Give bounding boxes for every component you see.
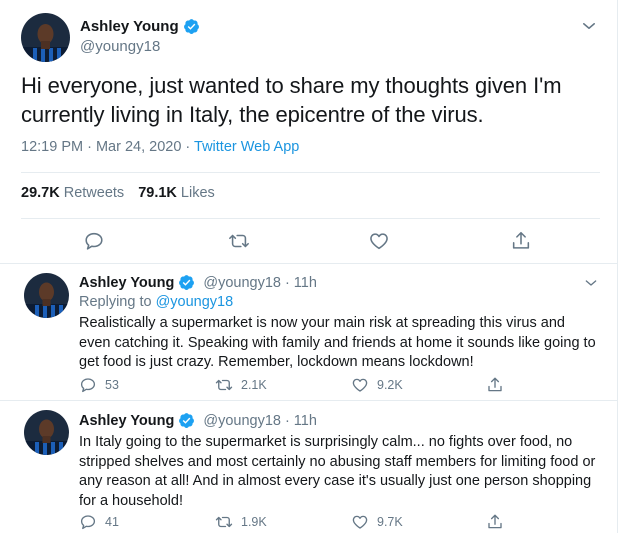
handle[interactable]: @youngy18 (203, 413, 281, 429)
separator-dot: · (284, 412, 290, 429)
display-name[interactable]: Ashley Young (79, 275, 174, 291)
reply-icon[interactable] (79, 513, 97, 531)
tweet-source[interactable]: Twitter Web App (194, 139, 299, 155)
chevron-down-icon[interactable] (580, 17, 598, 35)
reply-action[interactable]: 41 (79, 513, 119, 531)
retweets-label: Retweets (63, 185, 125, 201)
handle[interactable]: @youngy18 (80, 38, 160, 55)
like-icon[interactable] (351, 513, 369, 531)
tweet-stats: 29.7K Retweets 79.1K Likes (21, 185, 215, 201)
retweet-action[interactable]: 2.1K (215, 376, 267, 394)
retweets-count: 29.7K (21, 185, 60, 201)
tweet-actions (0, 226, 617, 256)
main-tweet: Ashley Young @youngy18 Hi everyone, just… (0, 0, 617, 266)
avatar[interactable] (21, 13, 70, 62)
reply-tweet[interactable]: Ashley Young @youngy18 · 11h In Italy go… (0, 401, 617, 533)
retweet-icon[interactable] (215, 376, 233, 394)
share-action[interactable] (486, 376, 504, 394)
display-name[interactable]: Ashley Young (79, 413, 174, 429)
retweet-icon[interactable] (215, 513, 233, 531)
verified-badge-icon (183, 19, 199, 34)
separator-dot: · (284, 274, 290, 291)
tweet-meta: 12:19 PM · Mar 24, 2020 · Twitter Web Ap… (21, 139, 299, 155)
retweet-action[interactable]: 1.9K (215, 513, 267, 531)
reply-icon[interactable] (79, 376, 97, 394)
verified-badge-icon (179, 413, 195, 428)
likes-stat[interactable]: 79.1K Likes (138, 185, 215, 201)
reply-action[interactable]: 53 (79, 376, 119, 394)
share-action[interactable] (486, 513, 504, 531)
like-action[interactable]: 9.2K (351, 376, 403, 394)
like-count: 9.7K (377, 515, 403, 529)
tweet-text: Hi everyone, just wanted to share my tho… (21, 73, 562, 127)
share-icon[interactable] (486, 376, 504, 394)
replying-prefix: Replying to (79, 294, 156, 310)
replying-to-link[interactable]: @youngy18 (156, 294, 234, 310)
handle[interactable]: @youngy18 (203, 275, 281, 291)
reply-text: Realistically a supermarket is now your … (79, 315, 596, 370)
reply-header: Ashley Young @youngy18 · 11h (79, 412, 317, 429)
likes-label: Likes (180, 185, 215, 201)
display-name[interactable]: Ashley Young (80, 18, 179, 35)
replying-to: Replying to @youngy18 (79, 294, 233, 310)
tweet-timestamp[interactable]: 11h (294, 275, 317, 291)
divider (21, 218, 600, 219)
share-icon[interactable] (510, 230, 532, 252)
reply-text: In Italy going to the supermarket is sur… (79, 434, 596, 509)
like-icon[interactable] (351, 376, 369, 394)
reply-tweet[interactable]: Ashley Young @youngy18 · 11h Replying to… (0, 264, 617, 401)
chevron-down-icon[interactable] (583, 275, 599, 291)
tweet-timestamp[interactable]: 12:19 PM · Mar 24, 2020 · (21, 139, 194, 155)
divider (21, 172, 600, 173)
retweets-stat[interactable]: 29.7K Retweets (21, 185, 124, 201)
avatar[interactable] (24, 410, 69, 455)
retweet-count: 1.9K (241, 515, 267, 529)
tweet-timestamp[interactable]: 11h (294, 413, 317, 429)
author-name-row[interactable]: Ashley Young (80, 18, 200, 35)
reply-count: 41 (105, 515, 119, 529)
retweet-icon[interactable] (228, 230, 250, 252)
like-action[interactable]: 9.7K (351, 513, 403, 531)
like-icon[interactable] (368, 230, 390, 252)
reply-count: 53 (105, 378, 119, 392)
like-count: 9.2K (377, 378, 403, 392)
reply-icon[interactable] (83, 230, 105, 252)
verified-badge-icon (179, 275, 195, 290)
retweet-count: 2.1K (241, 378, 267, 392)
likes-count: 79.1K (138, 185, 177, 201)
avatar[interactable] (24, 273, 69, 318)
reply-header: Ashley Young @youngy18 · 11h (79, 274, 317, 291)
share-icon[interactable] (486, 513, 504, 531)
